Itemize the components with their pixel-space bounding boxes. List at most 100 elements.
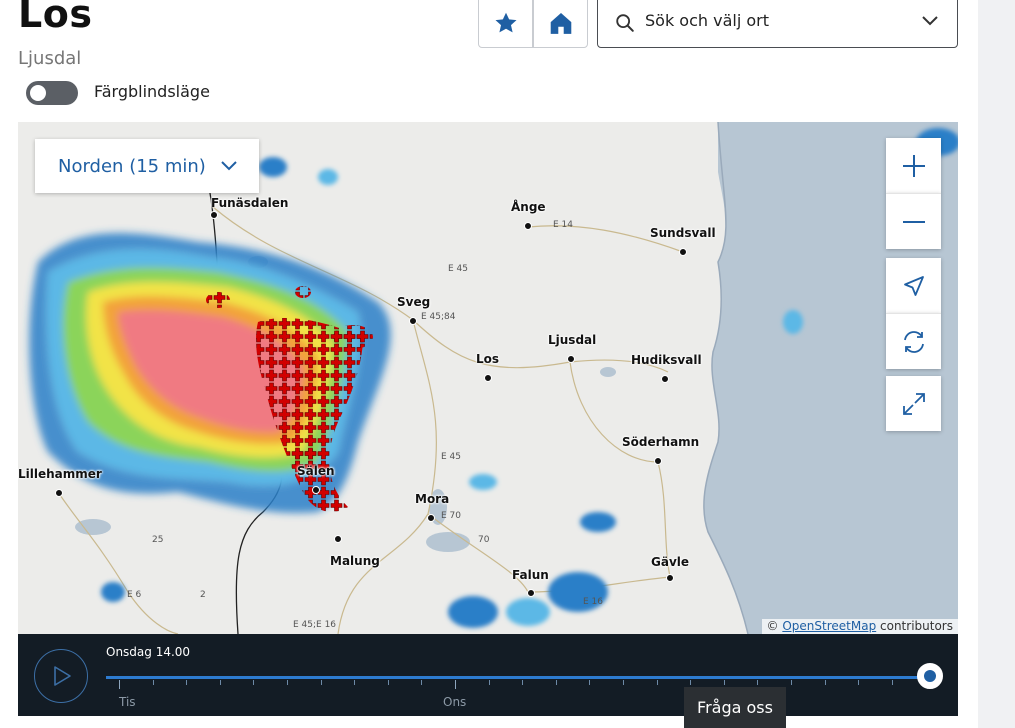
road-label: E 45;E 16 [293,620,337,630]
radar-layer-label: Norden (15 min) [58,155,206,177]
chevron-down-icon [221,161,237,171]
home-icon [550,13,571,34]
timeline-slider-handle[interactable] [917,663,943,689]
timeline-tick [858,680,860,685]
refresh-icon [903,330,924,353]
timeline-tick [186,680,188,685]
city-label: Funäsdalen [211,196,289,210]
city-dot [679,248,687,256]
refresh-button[interactable] [886,313,941,369]
timeline-tick [287,680,288,685]
timeline-tick [152,680,154,685]
attribution-prefix: © [766,619,779,633]
city-label: Sundsvall [650,226,716,240]
road-label: E 45 [448,264,468,274]
city-dot [312,486,320,494]
city-dot [484,374,492,382]
city-dot [210,211,218,219]
city-label: Lillehammer [18,467,102,481]
city-dot [567,355,575,363]
map-attribution: © OpenStreetMap contributors [761,619,958,634]
city-dot [661,375,669,383]
road-label: 2 [200,590,206,600]
expand-icon [902,392,925,415]
timeline-tick [791,680,792,685]
city-label: Hudiksvall [631,353,702,367]
play-button[interactable] [34,649,88,703]
road-label: E 14 [553,220,573,230]
city-dot [524,222,532,230]
home-button[interactable] [533,0,588,48]
timeline-tick [723,680,725,685]
timeline-tick [656,680,658,685]
timeline-tick [219,680,221,685]
timeline-tick [522,680,524,685]
road-label: 70 [478,535,490,545]
city-label: Ljusdal [548,333,597,347]
city-label: Söderhamn [622,435,700,449]
search-placeholder: Sök och välj ort [645,11,769,30]
star-icon [494,12,517,33]
road-label: 25 [152,535,164,545]
city-label: Mora [415,492,450,506]
day-label: Ons [443,695,467,709]
day-label: Tis [119,695,136,709]
city-dot [666,574,674,582]
city-dot [527,589,535,597]
colorblind-toggle-label: Färgblindsläge [94,82,210,101]
timeline-tick [387,680,389,685]
location-arrow-icon [903,275,924,296]
timeline-tick [320,680,322,685]
timeline-tick [455,680,456,689]
road-label: E 45 [441,452,461,462]
attribution-suffix: contributors [880,619,953,633]
colorblind-toggle[interactable] [26,81,78,105]
handle-dot [924,670,936,682]
city-dot [409,317,417,325]
city-label: Gävle [651,555,690,569]
locate-button[interactable] [886,258,941,313]
page-side-strip [978,0,1015,728]
timeline-tick [824,680,826,685]
current-time-label: Onsdag 14.00 [106,645,191,659]
plus-icon [902,154,925,177]
timeline-tick [119,680,120,689]
timeline-tick [623,680,624,685]
timeline-tick [757,680,759,685]
timeline-tick [354,680,356,685]
timeline-tick [253,680,255,685]
road-label: E 16 [583,597,603,607]
city-dot [654,457,662,465]
minus-icon [902,220,925,223]
city-label: Sälen [297,464,335,478]
city-dot [427,514,435,522]
timeline-tick [690,680,692,685]
toggle-knob [30,85,46,101]
timeline-tick [589,680,591,685]
zoom-out-button[interactable] [886,193,941,249]
city-label: Ånge [511,200,546,214]
openstreetmap-link[interactable]: OpenStreetMap [782,619,876,633]
timeline-tick [555,680,557,685]
city-label: Falun [512,568,549,582]
page-title: Los [18,0,93,36]
timeline-tick [891,680,893,685]
timeline-tick [421,680,423,685]
radar-layer-selector[interactable]: Norden (15 min) [35,139,259,193]
fullscreen-button[interactable] [886,376,941,431]
search-icon [616,14,634,32]
radar-map[interactable]: Norden (15 min) Funäsdalen Ånge Sundsval… [18,122,958,634]
zoom-in-button[interactable] [886,138,941,193]
timeline-slider-track[interactable] [106,676,930,679]
chevron-down-icon [922,16,938,26]
city-dot [55,489,63,497]
road-label: E 45;84 [421,312,456,322]
city-label: Los [476,352,500,366]
play-icon [54,666,71,686]
favorite-button[interactable] [478,0,533,48]
city-dot [334,535,342,543]
city-label: Sveg [397,295,431,309]
help-button[interactable]: Fråga oss [684,687,786,728]
location-search[interactable]: Sök och välj ort [597,0,958,48]
city-label: Malung [330,554,380,568]
